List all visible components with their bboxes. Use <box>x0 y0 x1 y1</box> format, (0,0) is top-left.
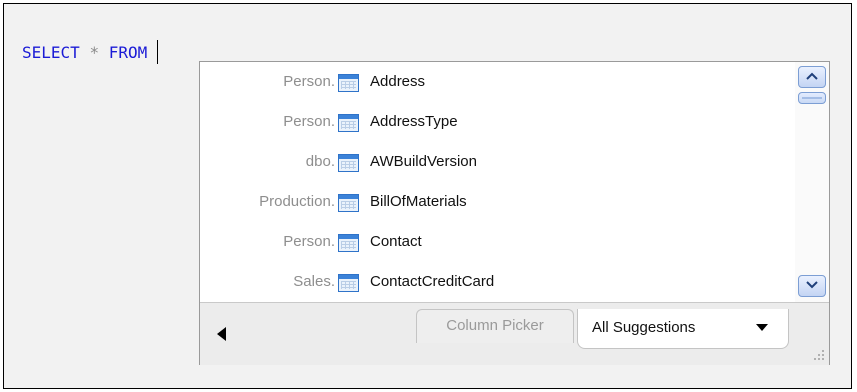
schema-prefix: Sales. <box>293 273 335 290</box>
chevron-up-icon <box>806 72 818 80</box>
schema-prefix: dbo. <box>305 153 335 170</box>
sql-keyword-select: SELECT <box>22 43 80 62</box>
scroll-up-button[interactable] <box>798 66 826 88</box>
schema-prefix: Person. <box>283 113 335 130</box>
chevron-down-icon <box>806 281 818 289</box>
suggestion-popup: Person. Address Person. AddressType dbo.… <box>199 61 830 365</box>
table-icon <box>338 274 359 292</box>
suggestion-list[interactable]: Person. Address Person. AddressType dbo.… <box>200 62 795 302</box>
table-name: AWBuildVersion <box>370 153 477 170</box>
table-name: ContactCreditCard <box>370 273 495 290</box>
sql-keyword-from: FROM <box>108 43 148 62</box>
table-name: AddressType <box>370 113 458 130</box>
table-name: Address <box>370 73 426 90</box>
vertical-scrollbar[interactable] <box>795 62 829 302</box>
resize-grip-icon[interactable] <box>811 347 825 361</box>
sql-star: * <box>89 43 100 62</box>
list-item[interactable]: Sales. ContactCreditCard <box>200 262 795 302</box>
tab-all-suggestions[interactable]: All Suggestions <box>577 309 789 349</box>
text-caret <box>157 40 159 64</box>
dropdown-arrow-icon[interactable] <box>756 324 768 331</box>
table-icon <box>338 74 359 92</box>
scroll-down-button[interactable] <box>798 275 826 297</box>
table-name: Contact <box>370 233 422 250</box>
list-item[interactable]: Person. Contact <box>200 222 795 262</box>
table-icon <box>338 194 359 212</box>
table-name: BillOfMaterials <box>370 193 467 210</box>
popup-footer: Column Picker All Suggestions <box>200 302 829 365</box>
tab-column-picker[interactable]: Column Picker <box>416 309 574 343</box>
list-item[interactable]: dbo. AWBuildVersion <box>200 142 795 182</box>
list-item[interactable]: Person. AddressType <box>200 102 795 142</box>
table-icon <box>338 154 359 172</box>
table-icon <box>338 234 359 252</box>
list-item[interactable]: Person. Address <box>200 62 795 102</box>
list-item[interactable]: Production. BillOfMaterials <box>200 182 795 222</box>
schema-prefix: Person. <box>283 233 335 250</box>
schema-prefix: Production. <box>259 193 335 210</box>
schema-prefix: Person. <box>283 73 335 90</box>
tab-all-suggestions-label: All Suggestions <box>592 319 696 336</box>
left-arrow-icon[interactable] <box>217 327 227 341</box>
scroll-thumb[interactable] <box>798 92 826 104</box>
table-icon <box>338 114 359 132</box>
sql-line: SELECT * FROM <box>22 40 159 64</box>
